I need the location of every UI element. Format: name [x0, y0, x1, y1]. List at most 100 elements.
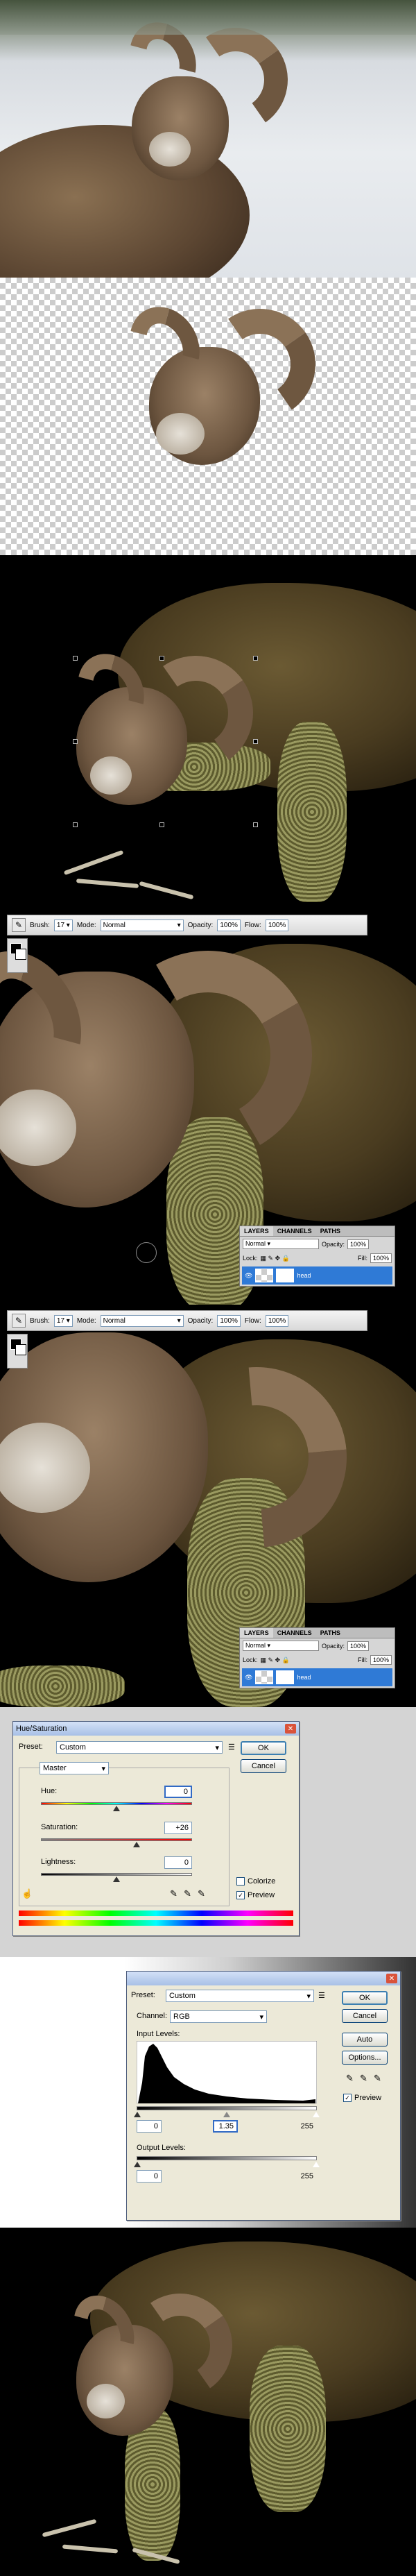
- blend-mode-select[interactable]: Normal ▾: [243, 1641, 319, 1651]
- brush-size-picker[interactable]: 17 ▾: [53, 919, 73, 931]
- layer-row-head[interactable]: 👁 head: [242, 1266, 392, 1285]
- saturation-input[interactable]: +26: [164, 1822, 192, 1834]
- preset-select[interactable]: Custom ▾: [166, 1990, 314, 2002]
- tab-paths[interactable]: PATHS: [316, 1628, 345, 1638]
- output-black-thumb[interactable]: [134, 2162, 141, 2167]
- transform-handle[interactable]: [159, 822, 164, 827]
- visibility-eye-icon[interactable]: 👁: [245, 1272, 252, 1280]
- transform-handle[interactable]: [73, 656, 78, 661]
- layer-opacity-field[interactable]: 100%: [347, 1239, 370, 1249]
- hue-slider-thumb[interactable]: [113, 1806, 120, 1811]
- transform-handle[interactable]: [253, 822, 258, 827]
- layer-mask-thumbnail[interactable]: [276, 1269, 295, 1282]
- mask-brush-canvas-1[interactable]: ✎ Brush: 17 ▾ Mode: Normal ▾ Opacity: 100…: [0, 909, 416, 1305]
- lock-icons[interactable]: ▦ ✎ ✥ 🔒: [261, 1255, 290, 1262]
- tab-layers[interactable]: LAYERS: [240, 1628, 273, 1638]
- layer-opacity-label: Opacity:: [322, 1642, 345, 1650]
- input-gray-thumb[interactable]: [223, 2112, 230, 2117]
- channel-select[interactable]: RGB ▾: [170, 2010, 267, 2023]
- mode-select[interactable]: Normal ▾: [100, 919, 184, 931]
- options-button[interactable]: Options...: [342, 2051, 388, 2065]
- gray-eyedropper-icon[interactable]: ✎: [360, 2073, 367, 2084]
- lightness-input[interactable]: 0: [164, 1856, 192, 1869]
- transform-handle[interactable]: [159, 656, 164, 661]
- saturation-slider-thumb[interactable]: [133, 1842, 140, 1847]
- background-color[interactable]: [15, 1344, 26, 1355]
- tab-channels[interactable]: CHANNELS: [273, 1628, 316, 1638]
- hand-target-icon[interactable]: ☝: [21, 1888, 33, 1899]
- input-black-field[interactable]: 0: [137, 2120, 162, 2133]
- mode-label: Mode:: [76, 921, 96, 929]
- color-swatches[interactable]: [7, 938, 28, 973]
- brush-size-picker[interactable]: 17 ▾: [53, 1314, 73, 1327]
- close-icon[interactable]: ✕: [386, 1974, 397, 1983]
- composite-transform-canvas[interactable]: [0, 555, 416, 909]
- tab-channels[interactable]: CHANNELS: [273, 1226, 316, 1236]
- blend-mode-select[interactable]: Normal ▾: [243, 1239, 319, 1249]
- transform-handle[interactable]: [253, 739, 258, 744]
- background-color[interactable]: [15, 949, 26, 960]
- rocks-background: [0, 0, 416, 35]
- close-icon[interactable]: ✕: [285, 1724, 296, 1734]
- saturation-slider[interactable]: [41, 1838, 192, 1841]
- visibility-eye-icon[interactable]: 👁: [245, 1674, 252, 1681]
- mask-brush-canvas-2[interactable]: ✎ Brush: 17 ▾ Mode: Normal ▾ Opacity: 100…: [0, 1305, 416, 1707]
- tab-paths[interactable]: PATHS: [316, 1226, 345, 1236]
- mode-select[interactable]: Normal ▾: [100, 1314, 184, 1327]
- black-eyedropper-icon[interactable]: ✎: [346, 2073, 354, 2084]
- preset-menu-icon[interactable]: ☰: [318, 1991, 325, 2000]
- layer-name: head: [297, 1272, 311, 1279]
- eyedropper-minus-icon[interactable]: ✎: [198, 1888, 205, 1899]
- color-swatches[interactable]: [7, 1334, 28, 1368]
- colorize-checkbox[interactable]: Colorize: [236, 1877, 275, 1886]
- layer-mask-thumbnail[interactable]: [276, 1670, 295, 1684]
- input-white-field[interactable]: 255: [292, 2120, 317, 2133]
- fill-field[interactable]: 100%: [370, 1253, 392, 1263]
- lightness-slider[interactable]: [41, 1873, 192, 1876]
- lizard-front-leg: [277, 722, 347, 902]
- white-eyedropper-icon[interactable]: ✎: [374, 2073, 381, 2084]
- auto-button[interactable]: Auto: [342, 2033, 388, 2047]
- tab-layers[interactable]: LAYERS: [240, 1226, 273, 1236]
- fill-field[interactable]: 100%: [370, 1655, 392, 1665]
- preview-label: Preview: [354, 2094, 382, 2102]
- input-black-thumb[interactable]: [134, 2112, 141, 2117]
- lock-icons[interactable]: ▦ ✎ ✥ 🔒: [261, 1656, 290, 1664]
- output-white-field[interactable]: 255: [292, 2170, 317, 2183]
- input-white-thumb[interactable]: [313, 2112, 320, 2117]
- histogram: [137, 2041, 317, 2103]
- layer-row-head[interactable]: 👁 head: [242, 1668, 392, 1686]
- edit-select[interactable]: Master ▾: [40, 1762, 109, 1774]
- preview-checkbox[interactable]: ✓ Preview: [343, 2094, 381, 2102]
- transform-handle[interactable]: [253, 656, 258, 661]
- levels-section: ✕ Preset: Custom ▾ ☰ OK Cancel Auto Optio…: [0, 1957, 416, 2228]
- preset-menu-icon[interactable]: ☰: [228, 1743, 235, 1752]
- transform-handle[interactable]: [73, 822, 78, 827]
- saturation-label: Saturation:: [41, 1823, 78, 1831]
- ok-button[interactable]: OK: [241, 1741, 286, 1755]
- output-gradient-bar: [137, 2156, 317, 2160]
- output-black-field[interactable]: 0: [137, 2170, 162, 2183]
- cancel-button[interactable]: Cancel: [241, 1759, 286, 1773]
- brush-tool-icon[interactable]: ✎: [12, 1314, 26, 1328]
- cancel-button[interactable]: Cancel: [342, 2009, 388, 2023]
- hue-slider[interactable]: [41, 1802, 192, 1805]
- input-gray-field[interactable]: 1.35: [213, 2120, 238, 2133]
- eyedropper-plus-icon[interactable]: ✎: [184, 1888, 191, 1899]
- output-white-thumb[interactable]: [313, 2162, 320, 2167]
- brush-tool-icon[interactable]: ✎: [12, 918, 26, 932]
- hue-input[interactable]: 0: [164, 1786, 192, 1798]
- transform-handle[interactable]: [73, 739, 78, 744]
- lizard-claw-bottom: [0, 1666, 125, 1707]
- input-gradient-bar: [137, 2106, 317, 2110]
- preset-select[interactable]: Custom ▾: [56, 1741, 223, 1754]
- preview-checkbox[interactable]: ✓ Preview: [236, 1891, 275, 1899]
- opacity-field[interactable]: 100%: [217, 1314, 241, 1327]
- flow-field[interactable]: 100%: [265, 1314, 289, 1327]
- layer-opacity-field[interactable]: 100%: [347, 1641, 370, 1651]
- lightness-slider-thumb[interactable]: [113, 1876, 120, 1882]
- flow-field[interactable]: 100%: [265, 919, 289, 931]
- opacity-field[interactable]: 100%: [217, 919, 241, 931]
- ok-button[interactable]: OK: [342, 1991, 388, 2005]
- eyedropper-icon[interactable]: ✎: [170, 1888, 177, 1899]
